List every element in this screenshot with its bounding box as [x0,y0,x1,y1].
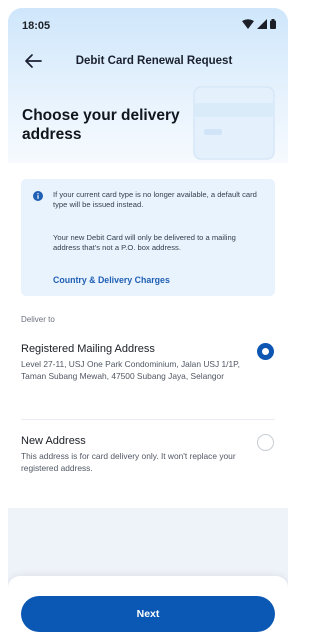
battery-icon [270,19,276,29]
info-box: If your current card type is no longer a… [21,179,275,296]
screen-title: Debit Card Renewal Request [75,55,233,67]
info-text-1: If your current card type is no longer a… [53,190,257,209]
divider [21,419,275,420]
country-delivery-charges-link[interactable]: Country & Delivery Charges [53,275,170,285]
wifi-icon [242,19,254,29]
option-description: This address is for card delivery only. … [21,451,236,473]
main-content: If your current card type is no longer a… [8,163,288,641]
top-app-bar: Debit Card Renewal Request [8,48,288,76]
card-illustration-icon [193,86,275,160]
radio-unselected[interactable] [257,434,274,451]
cell-signal-icon [257,19,267,29]
info-text-2: Your new Debit Card will only be deliver… [53,233,236,252]
option-title: New Address [21,435,86,447]
status-time: 18:05 [22,20,51,32]
status-icons [242,19,276,29]
option-title: Registered Mailing Address [21,343,155,355]
page-heading: Choose your delivery address [22,107,180,143]
app-screen: 18:05 Debit Card Renewal Request Choose … [8,8,288,641]
radio-selected[interactable] [257,343,274,360]
next-button[interactable]: Next [21,596,275,632]
option-description: Level 27-11, USJ One Park Condominium, J… [21,359,240,381]
deliver-to-label: Deliver to [21,315,55,324]
info-icon [33,191,43,201]
